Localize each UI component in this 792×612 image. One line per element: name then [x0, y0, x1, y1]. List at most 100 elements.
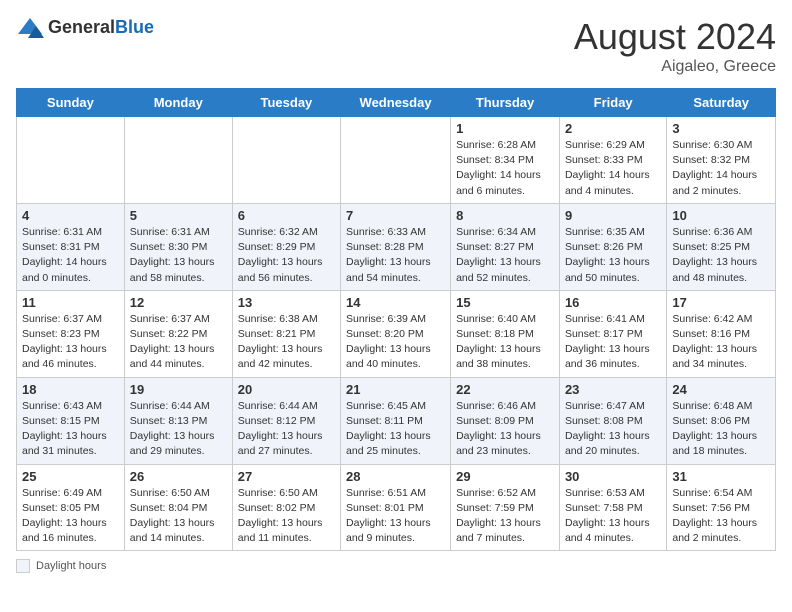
- calendar-cell: 5 Sunrise: 6:31 AM Sunset: 8:30 PM Daylig…: [124, 203, 232, 290]
- day-number: 5: [130, 208, 227, 223]
- day-info: Sunrise: 6:47 AM Sunset: 8:08 PM Dayligh…: [565, 399, 661, 460]
- footer-label: Daylight hours: [36, 560, 106, 572]
- day-number: 29: [456, 469, 554, 484]
- logo-icon: [16, 16, 44, 38]
- day-number: 15: [456, 295, 554, 310]
- day-info: Sunrise: 6:53 AM Sunset: 7:58 PM Dayligh…: [565, 486, 661, 547]
- day-number: 27: [238, 469, 335, 484]
- day-info: Sunrise: 6:35 AM Sunset: 8:26 PM Dayligh…: [565, 225, 661, 286]
- calendar-cell: 12 Sunrise: 6:37 AM Sunset: 8:22 PM Dayli…: [124, 290, 232, 377]
- day-number: 23: [565, 382, 661, 397]
- calendar-cell: [124, 117, 232, 204]
- day-info: Sunrise: 6:40 AM Sunset: 8:18 PM Dayligh…: [456, 312, 554, 373]
- day-info: Sunrise: 6:31 AM Sunset: 8:31 PM Dayligh…: [22, 225, 119, 286]
- day-info: Sunrise: 6:52 AM Sunset: 7:59 PM Dayligh…: [456, 486, 554, 547]
- day-info: Sunrise: 6:34 AM Sunset: 8:27 PM Dayligh…: [456, 225, 554, 286]
- day-number: 18: [22, 382, 119, 397]
- calendar-cell: 9 Sunrise: 6:35 AM Sunset: 8:26 PM Daylig…: [559, 203, 666, 290]
- day-info: Sunrise: 6:50 AM Sunset: 8:04 PM Dayligh…: [130, 486, 227, 547]
- day-number: 9: [565, 208, 661, 223]
- day-info: Sunrise: 6:39 AM Sunset: 8:20 PM Dayligh…: [346, 312, 445, 373]
- day-info: Sunrise: 6:48 AM Sunset: 8:06 PM Dayligh…: [672, 399, 770, 460]
- calendar-cell: 8 Sunrise: 6:34 AM Sunset: 8:27 PM Daylig…: [451, 203, 560, 290]
- weekday-header-cell: Monday: [124, 89, 232, 117]
- calendar-week-row: 25 Sunrise: 6:49 AM Sunset: 8:05 PM Dayli…: [17, 464, 776, 551]
- day-number: 17: [672, 295, 770, 310]
- calendar-week-row: 4 Sunrise: 6:31 AM Sunset: 8:31 PM Daylig…: [17, 203, 776, 290]
- calendar-week-row: 11 Sunrise: 6:37 AM Sunset: 8:23 PM Dayli…: [17, 290, 776, 377]
- day-info: Sunrise: 6:54 AM Sunset: 7:56 PM Dayligh…: [672, 486, 770, 547]
- calendar-cell: [341, 117, 451, 204]
- calendar-cell: 28Sunrise: 6:51 AM Sunset: 8:01 PM Dayli…: [341, 464, 451, 551]
- day-info: Sunrise: 6:42 AM Sunset: 8:16 PM Dayligh…: [672, 312, 770, 373]
- footer: Daylight hours: [16, 559, 776, 573]
- weekday-header-row: SundayMondayTuesdayWednesdayThursdayFrid…: [17, 89, 776, 117]
- day-info: Sunrise: 6:32 AM Sunset: 8:29 PM Dayligh…: [238, 225, 335, 286]
- calendar-cell: 29 Sunrise: 6:52 AM Sunset: 7:59 PM Dayli…: [451, 464, 560, 551]
- calendar-cell: 1Sunrise: 6:28 AM Sunset: 8:34 PM Daylig…: [451, 117, 560, 204]
- day-info: Sunrise: 6:31 AM Sunset: 8:30 PM Dayligh…: [130, 225, 227, 286]
- calendar-cell: 3 Sunrise: 6:30 AM Sunset: 8:32 PM Daylig…: [667, 117, 776, 204]
- weekday-header-cell: Saturday: [667, 89, 776, 117]
- calendar-cell: 22Sunrise: 6:46 AM Sunset: 8:09 PM Dayli…: [451, 377, 560, 464]
- calendar-cell: 20 Sunrise: 6:44 AM Sunset: 8:12 PM Dayli…: [232, 377, 340, 464]
- calendar-cell: 18 Sunrise: 6:43 AM Sunset: 8:15 PM Dayli…: [17, 377, 125, 464]
- logo-blue-text: Blue: [115, 17, 154, 37]
- day-number: 3: [672, 121, 770, 136]
- calendar-cell: 26 Sunrise: 6:50 AM Sunset: 8:04 PM Dayli…: [124, 464, 232, 551]
- day-info: Sunrise: 6:38 AM Sunset: 8:21 PM Dayligh…: [238, 312, 335, 373]
- day-info: Sunrise: 6:44 AM Sunset: 8:13 PM Dayligh…: [130, 399, 227, 460]
- day-info: Sunrise: 6:37 AM Sunset: 8:23 PM Dayligh…: [22, 312, 119, 373]
- day-number: 14: [346, 295, 445, 310]
- day-number: 28: [346, 469, 445, 484]
- day-number: 8: [456, 208, 554, 223]
- day-info: Sunrise: 6:29 AM Sunset: 8:33 PM Dayligh…: [565, 138, 661, 199]
- day-number: 7: [346, 208, 445, 223]
- calendar-table: SundayMondayTuesdayWednesdayThursdayFrid…: [16, 88, 776, 551]
- day-number: 11: [22, 295, 119, 310]
- page-title: August 2024: [574, 16, 776, 58]
- calendar-cell: 7 Sunrise: 6:33 AM Sunset: 8:28 PM Daylig…: [341, 203, 451, 290]
- day-info: Sunrise: 6:43 AM Sunset: 8:15 PM Dayligh…: [22, 399, 119, 460]
- calendar-cell: 27 Sunrise: 6:50 AM Sunset: 8:02 PM Dayli…: [232, 464, 340, 551]
- calendar-cell: 30 Sunrise: 6:53 AM Sunset: 7:58 PM Dayli…: [559, 464, 666, 551]
- page-header: GeneralBlue August 2024 Aigaleo, Greece: [16, 16, 776, 76]
- day-info: Sunrise: 6:45 AM Sunset: 8:11 PM Dayligh…: [346, 399, 445, 460]
- day-info: Sunrise: 6:37 AM Sunset: 8:22 PM Dayligh…: [130, 312, 227, 373]
- day-info: Sunrise: 6:49 AM Sunset: 8:05 PM Dayligh…: [22, 486, 119, 547]
- calendar-cell: 13 Sunrise: 6:38 AM Sunset: 8:21 PM Dayli…: [232, 290, 340, 377]
- calendar-cell: 2Sunrise: 6:29 AM Sunset: 8:33 PM Daylig…: [559, 117, 666, 204]
- day-number: 4: [22, 208, 119, 223]
- calendar-cell: 19 Sunrise: 6:44 AM Sunset: 8:13 PM Dayli…: [124, 377, 232, 464]
- day-number: 13: [238, 295, 335, 310]
- calendar-cell: 21 Sunrise: 6:45 AM Sunset: 8:11 PM Dayli…: [341, 377, 451, 464]
- calendar-cell: 11 Sunrise: 6:37 AM Sunset: 8:23 PM Dayli…: [17, 290, 125, 377]
- day-info: Sunrise: 6:36 AM Sunset: 8:25 PM Dayligh…: [672, 225, 770, 286]
- day-number: 24: [672, 382, 770, 397]
- day-info: Sunrise: 6:44 AM Sunset: 8:12 PM Dayligh…: [238, 399, 335, 460]
- page-location: Aigaleo, Greece: [574, 58, 776, 76]
- day-number: 12: [130, 295, 227, 310]
- day-number: 10: [672, 208, 770, 223]
- calendar-cell: 16Sunrise: 6:41 AM Sunset: 8:17 PM Dayli…: [559, 290, 666, 377]
- calendar-body: 1Sunrise: 6:28 AM Sunset: 8:34 PM Daylig…: [17, 117, 776, 551]
- logo-general-text: General: [48, 17, 115, 37]
- day-info: Sunrise: 6:50 AM Sunset: 8:02 PM Dayligh…: [238, 486, 335, 547]
- day-info: Sunrise: 6:33 AM Sunset: 8:28 PM Dayligh…: [346, 225, 445, 286]
- title-block: August 2024 Aigaleo, Greece: [574, 16, 776, 76]
- calendar-week-row: 18 Sunrise: 6:43 AM Sunset: 8:15 PM Dayli…: [17, 377, 776, 464]
- footer-color-box: [16, 559, 30, 573]
- calendar-cell: 25 Sunrise: 6:49 AM Sunset: 8:05 PM Dayli…: [17, 464, 125, 551]
- day-number: 25: [22, 469, 119, 484]
- calendar-cell: 15 Sunrise: 6:40 AM Sunset: 8:18 PM Dayli…: [451, 290, 560, 377]
- calendar-cell: 24 Sunrise: 6:48 AM Sunset: 8:06 PM Dayli…: [667, 377, 776, 464]
- day-number: 30: [565, 469, 661, 484]
- day-info: Sunrise: 6:46 AM Sunset: 8:09 PM Dayligh…: [456, 399, 554, 460]
- day-number: 21: [346, 382, 445, 397]
- day-info: Sunrise: 6:30 AM Sunset: 8:32 PM Dayligh…: [672, 138, 770, 199]
- day-number: 19: [130, 382, 227, 397]
- calendar-cell: 17 Sunrise: 6:42 AM Sunset: 8:16 PM Dayli…: [667, 290, 776, 377]
- day-number: 20: [238, 382, 335, 397]
- weekday-header-cell: Sunday: [17, 89, 125, 117]
- day-number: 26: [130, 469, 227, 484]
